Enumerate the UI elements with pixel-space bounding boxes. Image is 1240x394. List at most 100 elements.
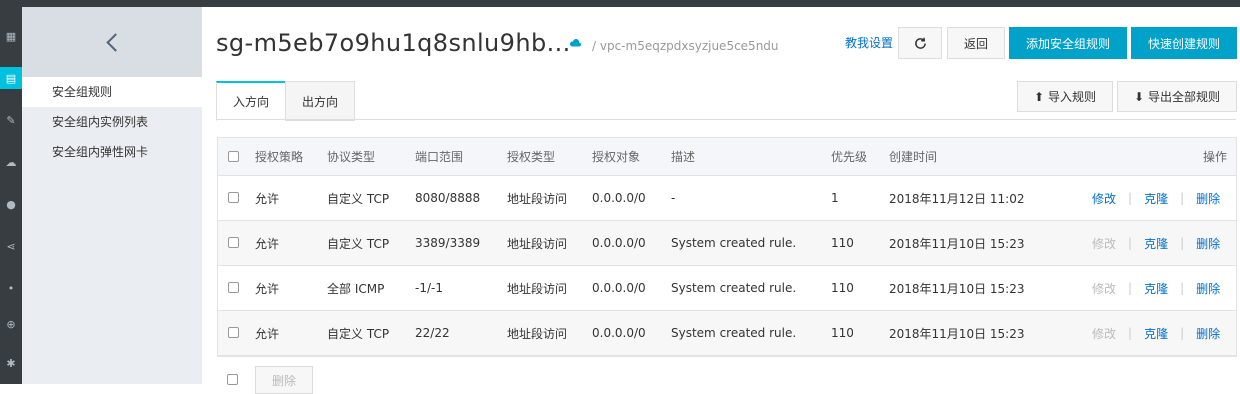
header-policy: 授权策略	[255, 150, 304, 164]
cell-desc: -	[671, 191, 676, 205]
cell-created: 2018年11月12日 11:02	[889, 191, 1025, 206]
grid-icon[interactable]: ▦	[0, 25, 22, 47]
cell-protocol: 自定义 TCP	[327, 326, 390, 341]
cell-protocol: 自定义 TCP	[327, 236, 390, 251]
cell-auth-type: 地址段访问	[507, 326, 568, 341]
back-button-top[interactable]: 返回	[947, 27, 1005, 59]
clone-link[interactable]: 克隆	[1144, 280, 1168, 297]
dot-icon[interactable]: ●	[0, 193, 22, 215]
edit-link: 修改	[1092, 236, 1117, 251]
share-icon[interactable]: ⋖	[0, 235, 22, 257]
cell-priority: 110	[831, 236, 854, 250]
cell-policy: 允许	[255, 326, 280, 341]
separator: |	[1180, 191, 1185, 205]
select-all-checkbox[interactable]	[228, 150, 239, 162]
tab-inbound[interactable]: 入方向	[216, 81, 286, 121]
row-checkbox[interactable]	[228, 192, 239, 203]
cell-auth-target: 0.0.0.0/0	[592, 236, 646, 250]
subnav-item-rules[interactable]: 安全组规则	[22, 77, 202, 107]
table-header: 授权策略 协议类型 端口范围 授权类型 授权对象 描述 优先级 创建时间 操作	[218, 138, 1236, 176]
row-checkbox[interactable]	[228, 237, 239, 248]
row-checkbox[interactable]	[228, 327, 239, 338]
separator: |	[1128, 326, 1133, 340]
table-row: 允许 全部 ICMP -1/-1 地址段访问 0.0.0.0/0 System …	[218, 266, 1236, 311]
settings-icon[interactable]: ✱	[0, 352, 22, 374]
upload-icon: ⬆	[1033, 89, 1045, 104]
cell-protocol: 全部 ICMP	[327, 281, 385, 296]
chevron-left-icon	[105, 32, 125, 52]
clone-link[interactable]: 克隆	[1144, 235, 1168, 252]
back-button[interactable]	[22, 7, 202, 77]
edit-link: 修改	[1092, 281, 1117, 296]
cell-policy: 允许	[255, 236, 280, 251]
cell-port: 8080/8888	[415, 191, 481, 205]
table-row: 允许 自定义 TCP 8080/8888 地址段访问 0.0.0.0/0 - 1…	[218, 176, 1236, 221]
header-created: 创建时间	[889, 150, 938, 164]
cell-priority: 110	[831, 281, 854, 295]
header-priority: 优先级	[831, 150, 868, 164]
globe-icon[interactable]: ⊕	[0, 313, 22, 335]
cell-desc: System created rule.	[671, 236, 797, 250]
main-content: sg-m5eb7o9hu1q8snlu9hb... / vpc-m5eqzpdx…	[202, 7, 1240, 394]
cell-ops: 修改 | 克隆 | 删除	[1092, 221, 1220, 265]
cell-ops: 修改 | 克隆 | 删除	[1092, 266, 1220, 310]
cloud-icon[interactable]: ☁	[0, 151, 22, 173]
cell-ops: 修改 | 克隆 | 删除	[1092, 176, 1220, 220]
refresh-icon	[914, 37, 926, 49]
cell-created: 2018年11月10日 15:23	[889, 326, 1025, 341]
import-label: 导入规则	[1048, 90, 1097, 104]
separator: |	[1128, 236, 1133, 250]
delete-link[interactable]: 删除	[1196, 235, 1220, 252]
cell-ops: 修改 | 克隆 | 删除	[1092, 311, 1220, 355]
subnav-item-instances[interactable]: 安全组内实例列表	[22, 107, 202, 137]
vpc-id: / vpc-m5eqzpdxsyzjue5ce5ndu	[592, 39, 779, 53]
table-row: 允许 自定义 TCP 3389/3389 地址段访问 0.0.0.0/0 Sys…	[218, 221, 1236, 266]
export-label: 导出全部规则	[1148, 90, 1221, 104]
add-rule-button[interactable]: 添加安全组规则	[1009, 27, 1127, 59]
page-title: sg-m5eb7o9hu1q8snlu9hb...	[216, 29, 571, 57]
header-desc: 描述	[671, 150, 696, 164]
tab-outbound[interactable]: 出方向	[285, 81, 355, 121]
cell-auth-target: 0.0.0.0/0	[592, 326, 646, 340]
cell-auth-type: 地址段访问	[507, 236, 568, 251]
cell-auth-type: 地址段访问	[507, 281, 568, 296]
separator: |	[1128, 191, 1133, 205]
pin-icon[interactable]: ✎	[0, 109, 22, 131]
footer-select-all-checkbox[interactable]	[227, 374, 238, 385]
header-protocol: 协议类型	[327, 150, 376, 164]
cloud-icon	[569, 39, 581, 47]
cell-policy: 允许	[255, 281, 280, 296]
cell-priority: 110	[831, 326, 854, 340]
bulk-delete-button[interactable]: 删除	[255, 366, 313, 394]
cell-port: 22/22	[415, 326, 450, 340]
subnav-item-eni[interactable]: 安全组内弹性网卡	[22, 137, 202, 167]
refresh-button[interactable]	[898, 27, 942, 59]
import-rules-button[interactable]: ⬆ 导入规则	[1017, 81, 1113, 112]
export-rules-button[interactable]: ⬇ 导出全部规则	[1117, 81, 1237, 112]
delete-link[interactable]: 删除	[1196, 280, 1220, 297]
header-port: 端口范围	[415, 150, 464, 164]
header-ops: 操作	[1203, 150, 1228, 164]
separator: |	[1128, 281, 1133, 295]
tabs-divider	[216, 119, 1236, 120]
cell-port: 3389/3389	[415, 236, 481, 250]
delete-link[interactable]: 删除	[1196, 190, 1220, 207]
menu-icon[interactable]: ▤	[0, 67, 22, 89]
help-link[interactable]: 教我设置	[845, 34, 893, 51]
dot-small-icon[interactable]: •	[0, 277, 22, 299]
clone-link[interactable]: 克隆	[1144, 325, 1168, 342]
cell-priority: 1	[831, 191, 839, 205]
separator: |	[1180, 326, 1185, 340]
cell-auth-target: 0.0.0.0/0	[592, 191, 646, 205]
cell-created: 2018年11月10日 15:23	[889, 236, 1025, 251]
quick-create-button[interactable]: 快速创建规则	[1131, 27, 1237, 59]
header-auth-type: 授权类型	[507, 150, 556, 164]
cell-auth-target: 0.0.0.0/0	[592, 281, 646, 295]
clone-link[interactable]: 克隆	[1144, 190, 1168, 207]
table-row: 允许 自定义 TCP 22/22 地址段访问 0.0.0.0/0 System …	[218, 311, 1236, 356]
edit-link[interactable]: 修改	[1092, 190, 1116, 207]
cell-protocol: 自定义 TCP	[327, 191, 390, 206]
delete-link[interactable]: 删除	[1196, 325, 1220, 342]
header-auth-target: 授权对象	[592, 150, 641, 164]
row-checkbox[interactable]	[228, 282, 239, 293]
